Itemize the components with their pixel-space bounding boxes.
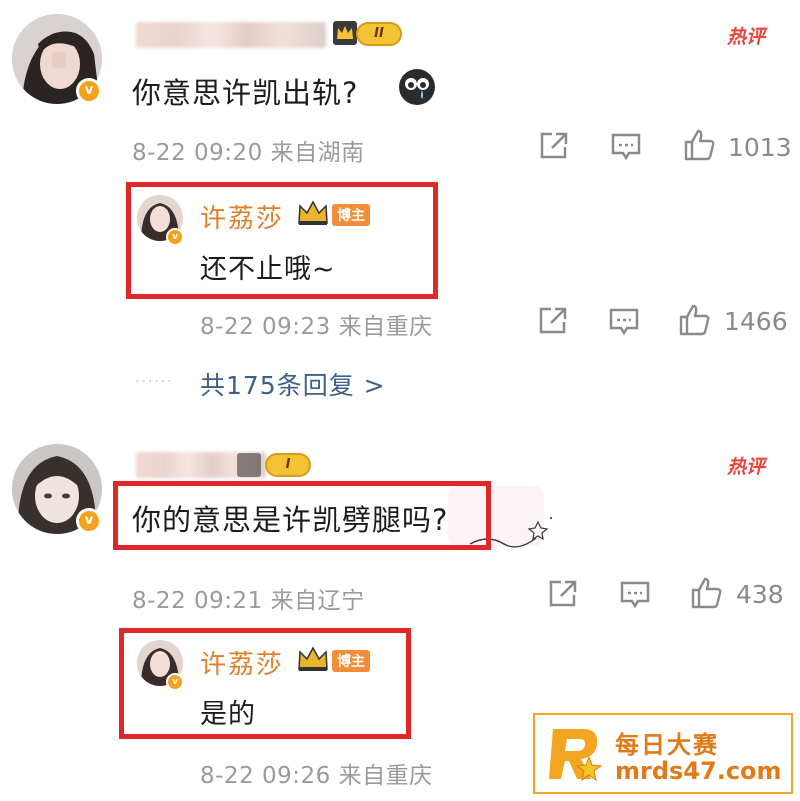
reply-text: 还不止哦~ [200,254,336,285]
comment-text: 你意思许凯出轨? [132,76,359,110]
username-blurred [136,22,326,48]
verified-icon: v [166,673,184,691]
blogger-username[interactable]: 许荔莎 [200,198,284,235]
share-icon[interactable] [537,306,569,336]
hot-comment-badge: 热评 [727,456,766,478]
like-count: 438 [736,580,784,609]
comment-icon[interactable] [610,132,642,162]
like-count: 1013 [728,133,792,162]
comment-icon[interactable] [608,307,640,337]
reply-text: 是的 [200,699,256,730]
crown-icon [296,645,330,673]
watermark-logo [545,721,609,787]
watermark-url: mrds47.com [615,757,782,785]
verified-icon: v [166,228,184,246]
reply-timestamp: 8-22 09:26 来自重庆 [200,763,433,789]
like-icon[interactable] [690,576,724,610]
level-badge: I [265,453,311,477]
level-badge: II [356,22,402,46]
reply-timestamp: 8-22 09:23 来自重庆 [200,314,433,340]
blogger-tag: 博主 [332,650,370,672]
like-count: 1466 [724,307,788,336]
like-icon[interactable] [678,303,712,337]
comment-timestamp: 8-22 09:21 来自辽宁 [132,588,365,614]
crown-icon [332,20,358,46]
blogger-tag: 博主 [332,204,370,226]
share-icon[interactable] [547,579,579,609]
crown-icon [296,199,330,227]
crying-emoji-icon [398,68,436,106]
verified-icon: v [76,508,102,534]
crown-icon [236,452,262,478]
watermark-title: 每日大赛 [615,731,719,759]
blogger-username[interactable]: 许荔莎 [200,644,284,681]
verified-icon: v [76,78,102,104]
watermark: 每日大赛 mrds47.com [533,713,793,794]
share-icon[interactable] [538,131,570,161]
comment-timestamp: 8-22 09:20 来自湖南 [132,140,365,166]
comment-text: 你的意思是许凯劈腿吗? [132,503,449,537]
hot-comment-badge: 热评 [727,26,766,48]
like-icon[interactable] [683,128,717,162]
comment-icon[interactable] [619,580,651,610]
reply-thread-dots: ······ [135,374,174,390]
more-replies-link[interactable]: 共175条回复 > [200,366,386,402]
